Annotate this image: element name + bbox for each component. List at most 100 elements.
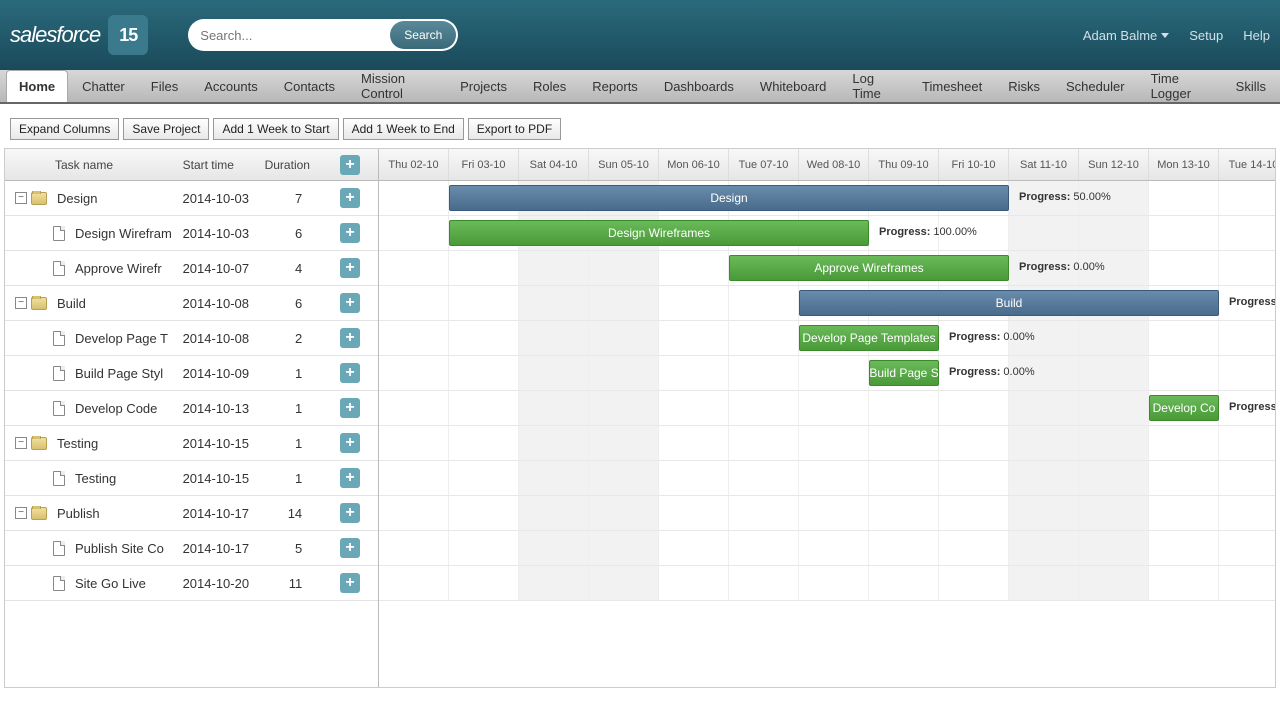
- timeline-cell: [379, 496, 449, 530]
- task-action: +: [322, 223, 378, 243]
- collapse-icon[interactable]: −: [15, 192, 27, 204]
- save-project-button[interactable]: Save Project: [123, 118, 209, 140]
- timeline-day-header[interactable]: Fri 10-10: [939, 149, 1009, 180]
- task-start: 2014-10-07: [183, 261, 253, 276]
- col-start-time[interactable]: Start time: [183, 158, 253, 172]
- tab-log-time[interactable]: Log Time: [840, 70, 908, 102]
- timeline-row[interactable]: Develop Page TemplatesProgress: 0.00%: [379, 321, 1275, 356]
- add-subtask-button[interactable]: +: [340, 468, 360, 488]
- collapse-icon[interactable]: −: [15, 297, 27, 309]
- timeline-row[interactable]: Design Wireframes Progress: 100.00%: [379, 216, 1275, 251]
- collapse-icon[interactable]: −: [15, 437, 27, 449]
- task-row[interactable]: Develop Code2014-10-131+: [5, 391, 378, 426]
- setup-link[interactable]: Setup: [1189, 28, 1223, 43]
- add-subtask-button[interactable]: +: [340, 433, 360, 453]
- task-row[interactable]: Testing2014-10-151+: [5, 461, 378, 496]
- add-subtask-button[interactable]: +: [340, 363, 360, 383]
- progress-label: Progress: 100.00%: [879, 226, 977, 238]
- task-row[interactable]: Build Page Styl2014-10-091+: [5, 356, 378, 391]
- tab-projects[interactable]: Projects: [448, 70, 519, 102]
- add-subtask-button[interactable]: +: [340, 503, 360, 523]
- timeline-row[interactable]: [379, 426, 1275, 461]
- add-subtask-button[interactable]: +: [340, 398, 360, 418]
- add-subtask-button[interactable]: +: [340, 538, 360, 558]
- expand-columns-button[interactable]: Expand Columns: [10, 118, 119, 140]
- timeline-row[interactable]: Build Page SProgress: 0.00%: [379, 356, 1275, 391]
- timeline-row[interactable]: DesignProgress: 50.00%: [379, 181, 1275, 216]
- search-input[interactable]: [200, 28, 390, 43]
- timeline-day-header[interactable]: Sun 05-10: [589, 149, 659, 180]
- add-subtask-button[interactable]: +: [340, 293, 360, 313]
- tab-reports[interactable]: Reports: [580, 70, 650, 102]
- tab-scheduler[interactable]: Scheduler: [1054, 70, 1137, 102]
- tab-accounts[interactable]: Accounts: [192, 70, 269, 102]
- timeline-day-header[interactable]: Tue 07-10: [729, 149, 799, 180]
- timeline-row[interactable]: BuildProgress:: [379, 286, 1275, 321]
- timeline-day-header[interactable]: Mon 13-10: [1149, 149, 1219, 180]
- tab-mission-control[interactable]: Mission Control: [349, 70, 446, 102]
- tab-whiteboard[interactable]: Whiteboard: [748, 70, 838, 102]
- gantt-bar[interactable]: Develop Page Templates: [799, 325, 939, 351]
- timeline-day-header[interactable]: Tue 14-10: [1219, 149, 1275, 180]
- timeline-day-header[interactable]: Thu 02-10: [379, 149, 449, 180]
- add-subtask-button[interactable]: +: [340, 573, 360, 593]
- gantt-bar[interactable]: Design Wireframes: [449, 220, 869, 246]
- timeline-day-header[interactable]: Thu 09-10: [869, 149, 939, 180]
- tab-chatter[interactable]: Chatter: [70, 70, 137, 102]
- tab-time-logger[interactable]: Time Logger: [1139, 70, 1222, 102]
- task-row[interactable]: −Design2014-10-037+: [5, 181, 378, 216]
- timeline-day-header[interactable]: Sun 12-10: [1079, 149, 1149, 180]
- timeline-row[interactable]: [379, 461, 1275, 496]
- task-row[interactable]: Approve Wirefr2014-10-074+: [5, 251, 378, 286]
- tab-dashboards[interactable]: Dashboards: [652, 70, 746, 102]
- tab-home[interactable]: Home: [6, 70, 68, 102]
- gantt-bar[interactable]: Build: [799, 290, 1219, 316]
- tab-risks[interactable]: Risks: [996, 70, 1052, 102]
- tab-roles[interactable]: Roles: [521, 70, 578, 102]
- add-week-start-button[interactable]: Add 1 Week to Start: [213, 118, 338, 140]
- add-subtask-button[interactable]: +: [340, 328, 360, 348]
- add-week-end-button[interactable]: Add 1 Week to End: [343, 118, 464, 140]
- gantt-bar[interactable]: Approve Wireframes: [729, 255, 1009, 281]
- user-menu[interactable]: Adam Balme: [1083, 28, 1169, 43]
- tab-timesheet[interactable]: Timesheet: [910, 70, 994, 102]
- add-task-button[interactable]: +: [340, 155, 360, 175]
- task-row[interactable]: −Publish2014-10-1714+: [5, 496, 378, 531]
- tab-files[interactable]: Files: [139, 70, 190, 102]
- timeline-row[interactable]: Develop CoProgress:: [379, 391, 1275, 426]
- timeline-cell: [869, 496, 939, 530]
- gantt-bar[interactable]: Design: [449, 185, 1009, 211]
- timeline-day-header[interactable]: Sat 11-10: [1009, 149, 1079, 180]
- col-duration[interactable]: Duration: [252, 158, 322, 172]
- chevron-down-icon: [1161, 33, 1169, 38]
- col-task-name[interactable]: Task name: [5, 158, 183, 172]
- tab-skills[interactable]: Skills: [1224, 70, 1278, 102]
- timeline-day-header[interactable]: Wed 08-10: [799, 149, 869, 180]
- timeline-cell: [449, 251, 519, 285]
- add-subtask-button[interactable]: +: [340, 223, 360, 243]
- task-row[interactable]: −Testing2014-10-151+: [5, 426, 378, 461]
- collapse-icon[interactable]: −: [15, 507, 27, 519]
- timeline-day-header[interactable]: Fri 03-10: [449, 149, 519, 180]
- task-row[interactable]: Design Wirefram2014-10-036+: [5, 216, 378, 251]
- task-row[interactable]: Site Go Live2014-10-2011+: [5, 566, 378, 601]
- task-row[interactable]: Publish Site Co2014-10-175+: [5, 531, 378, 566]
- add-subtask-button[interactable]: +: [340, 188, 360, 208]
- help-link[interactable]: Help: [1243, 28, 1270, 43]
- gantt-bar[interactable]: Build Page S: [869, 360, 939, 386]
- timeline-row[interactable]: [379, 496, 1275, 531]
- task-row[interactable]: Develop Page T2014-10-082+: [5, 321, 378, 356]
- timeline-row[interactable]: [379, 566, 1275, 601]
- tab-contacts[interactable]: Contacts: [272, 70, 347, 102]
- search-button[interactable]: Search: [390, 21, 456, 49]
- timeline-cell: [729, 356, 799, 390]
- timeline-day-header[interactable]: Sat 04-10: [519, 149, 589, 180]
- add-subtask-button[interactable]: +: [340, 258, 360, 278]
- export-pdf-button[interactable]: Export to PDF: [468, 118, 561, 140]
- timeline-day-header[interactable]: Mon 06-10: [659, 149, 729, 180]
- timeline[interactable]: Thu 02-10Fri 03-10Sat 04-10Sun 05-10Mon …: [379, 149, 1275, 687]
- task-row[interactable]: −Build2014-10-086+: [5, 286, 378, 321]
- timeline-row[interactable]: [379, 531, 1275, 566]
- timeline-row[interactable]: Approve WireframesProgress: 0.00%: [379, 251, 1275, 286]
- gantt-bar[interactable]: Develop Co: [1149, 395, 1219, 421]
